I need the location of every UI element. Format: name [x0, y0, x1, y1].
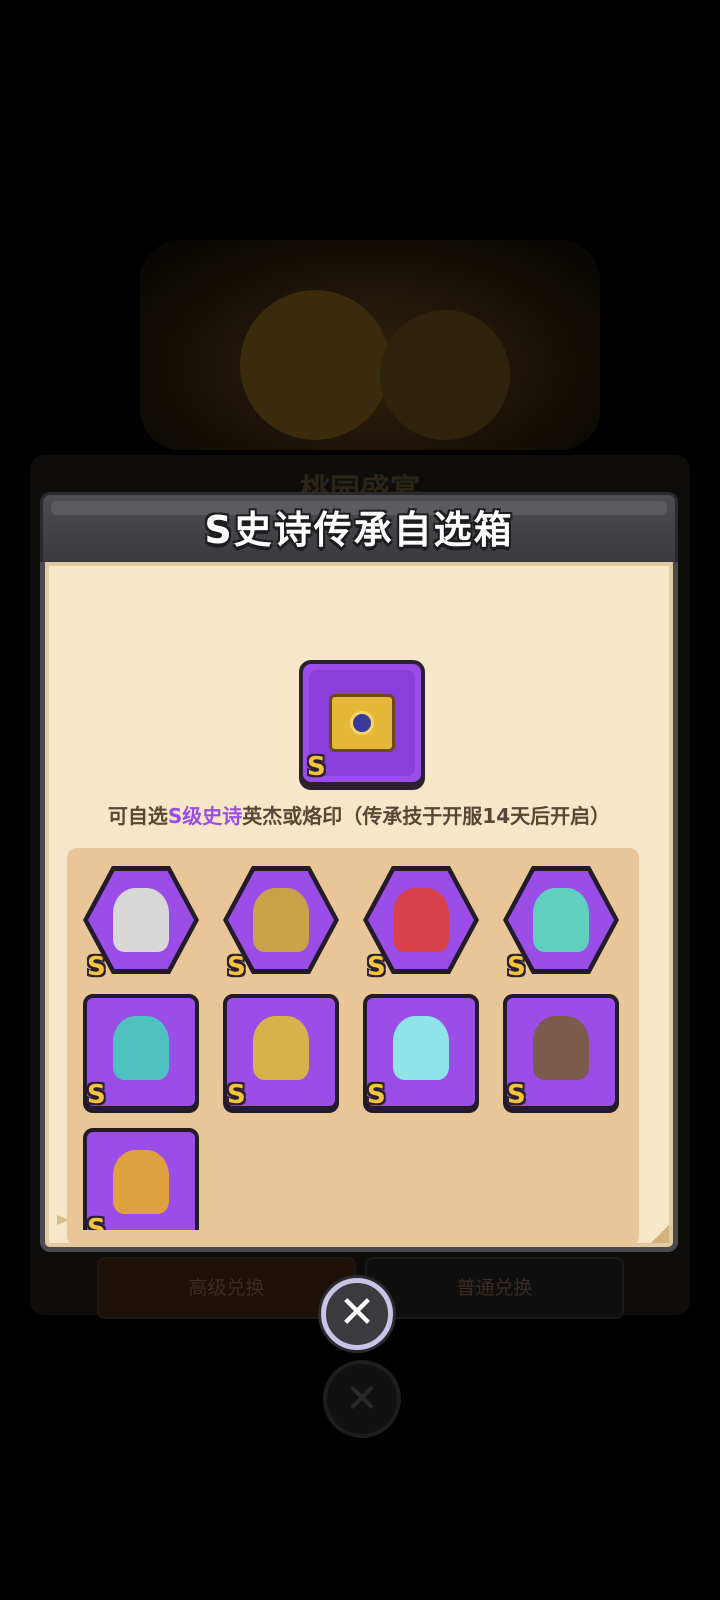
- tier-badge: S: [227, 1080, 246, 1110]
- hero-portrait-icon: [533, 1016, 589, 1080]
- normal-exchange-button: 普通兑换: [365, 1257, 624, 1319]
- chest-emblem-icon: [350, 711, 374, 735]
- modal-body: S 可自选S级史诗英杰或烙印（传承技于开服14天后开启） S S S S S S S S S: [40, 562, 678, 1252]
- description-text: 可自选S级史诗英杰或烙印（传承技于开服14天后开启）: [45, 800, 673, 829]
- hero-portrait-icon: [393, 888, 449, 952]
- description-prefix: 可自选: [107, 804, 168, 828]
- hero-portrait-icon: [113, 1150, 169, 1214]
- tier-badge: S: [367, 1080, 386, 1110]
- hero-portrait-icon: [253, 1016, 309, 1080]
- hero-portrait-icon: [533, 888, 589, 952]
- ghost-woman-imprint[interactable]: S: [83, 994, 199, 1110]
- close-icon: ✕: [338, 1287, 376, 1338]
- banner-character-rabbit: [380, 310, 510, 440]
- background-close-icon: ✕: [323, 1360, 401, 1438]
- advanced-exchange-button: 高级兑换: [97, 1257, 356, 1319]
- tier-badge: S: [307, 752, 326, 782]
- description-suffix: 英杰或烙印（传承技于开服14天后开启）: [242, 804, 611, 828]
- banner-character-monkey: [240, 290, 390, 440]
- chest-item[interactable]: S: [299, 660, 425, 786]
- tier-badge: S: [507, 1080, 526, 1110]
- knight-hero[interactable]: S: [223, 866, 339, 982]
- tier-badge: S: [87, 1080, 106, 1110]
- corner-arrow-icon: [57, 1215, 69, 1225]
- corner-fold-icon: [651, 1225, 669, 1243]
- pharaoh-skull-imprint[interactable]: S: [223, 994, 339, 1110]
- tier-badge: S: [507, 952, 526, 982]
- reaper-hero[interactable]: S: [83, 866, 199, 982]
- treasure-chest-icon: [329, 694, 395, 752]
- close-button[interactable]: ✕: [321, 1278, 393, 1350]
- hero-grid: S S S S S S S S S: [67, 848, 639, 1246]
- selection-box-modal: S史诗传承自选箱 S 可自选S级史诗英杰或烙印（传承技于开服14天后开启） SS…: [40, 492, 678, 1252]
- tier-badge: S: [367, 952, 386, 982]
- spectral-armor-hero[interactable]: S: [503, 866, 619, 982]
- hero-portrait-icon: [393, 1016, 449, 1080]
- tier-badge: S: [87, 1214, 106, 1230]
- modal-title: S史诗传承自选箱: [204, 508, 514, 552]
- crow-imprint[interactable]: S: [83, 1128, 199, 1230]
- hero-portrait-icon: [113, 1016, 169, 1080]
- tier-badge: S: [87, 952, 106, 982]
- hero-grid-scroll[interactable]: S S S S S S S S S: [67, 848, 639, 1230]
- tier-badge: S: [227, 952, 246, 982]
- hero-portrait-icon: [253, 888, 309, 952]
- ice-golem-imprint[interactable]: S: [363, 994, 479, 1110]
- hero-portrait-icon: [113, 888, 169, 952]
- description-highlight: S级史诗: [167, 804, 243, 828]
- modal-header: S史诗传承自选箱: [40, 492, 678, 562]
- demon-girl-hero[interactable]: S: [363, 866, 479, 982]
- stone-golem-imprint[interactable]: S: [503, 994, 619, 1110]
